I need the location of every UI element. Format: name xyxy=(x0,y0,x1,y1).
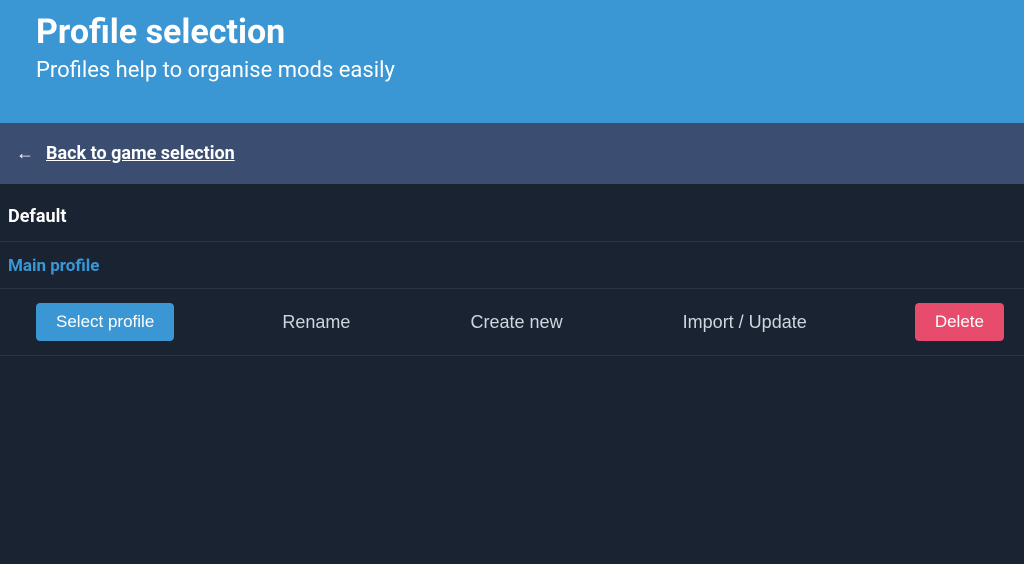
page-subtitle: Profiles help to organise mods easily xyxy=(36,58,988,83)
arrow-left-icon: ← xyxy=(16,143,34,164)
select-profile-button[interactable]: Select profile xyxy=(36,303,174,341)
profile-actions: Select profile Rename Create new Import … xyxy=(0,289,1024,356)
section-label: Default xyxy=(0,184,1024,242)
profile-name[interactable]: Main profile xyxy=(0,242,1024,288)
header: Profile selection Profiles help to organ… xyxy=(0,0,1024,123)
page-title: Profile selection xyxy=(36,12,988,52)
rename-button[interactable]: Rename xyxy=(270,304,362,341)
profile-row: Main profile xyxy=(0,242,1024,289)
create-new-button[interactable]: Create new xyxy=(459,304,575,341)
import-update-button[interactable]: Import / Update xyxy=(671,304,819,341)
back-bar[interactable]: ← Back to game selection xyxy=(0,123,1024,184)
delete-button[interactable]: Delete xyxy=(915,303,1004,341)
content: Default Main profile Select profile Rena… xyxy=(0,184,1024,356)
back-link[interactable]: Back to game selection xyxy=(46,143,235,164)
